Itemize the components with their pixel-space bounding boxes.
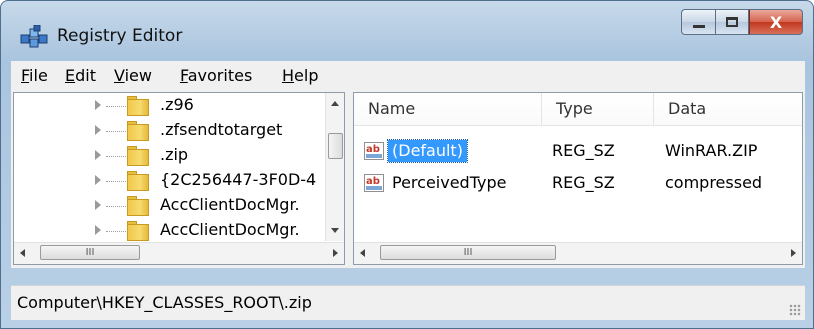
folder-icon bbox=[127, 121, 153, 141]
tree-item-label: AccClientDocMgr. bbox=[160, 220, 300, 239]
maximize-icon bbox=[726, 17, 738, 27]
tree-item-label: .zfsendtotarget bbox=[160, 120, 283, 139]
folder-icon bbox=[127, 221, 153, 241]
folder-icon bbox=[127, 196, 153, 216]
menu-file-accel: F bbox=[21, 66, 30, 85]
menu-view-label: iew bbox=[124, 66, 152, 85]
tree-connector bbox=[106, 181, 126, 182]
registry-editor-app-icon bbox=[20, 25, 48, 48]
values-horizontal-scroll-thumb[interactable]: III bbox=[380, 245, 556, 260]
registry-editor-window: Registry Editor X File Edit View Favorit… bbox=[0, 0, 814, 329]
tree-item[interactable]: AccClientDocMgr. bbox=[14, 219, 314, 243]
window-title: Registry Editor bbox=[57, 26, 183, 46]
menu-edit-accel: E bbox=[65, 66, 76, 85]
tree-vertical-scroll-thumb[interactable] bbox=[328, 133, 343, 159]
scroll-up-arrow-icon[interactable] bbox=[331, 101, 339, 106]
key-tree-viewport: .z96 .zfsendtotarget .zip {2C256447-3F0D… bbox=[14, 93, 327, 243]
menu-help[interactable]: Help bbox=[282, 66, 318, 85]
menu-view[interactable]: View bbox=[114, 66, 152, 85]
value-type: REG_SZ bbox=[552, 173, 615, 192]
minimize-button[interactable] bbox=[681, 9, 715, 35]
expand-arrow-icon[interactable] bbox=[95, 200, 101, 210]
menu-favorites[interactable]: Favorites bbox=[180, 66, 252, 85]
maximize-button[interactable] bbox=[715, 9, 749, 35]
scroll-down-arrow-icon[interactable] bbox=[331, 228, 339, 233]
tree-connector bbox=[106, 106, 126, 107]
pane-splitter[interactable] bbox=[345, 92, 353, 265]
values-horizontal-scrollbar[interactable]: III bbox=[354, 242, 802, 264]
value-type: REG_SZ bbox=[552, 141, 615, 160]
menu-file[interactable]: File bbox=[21, 66, 48, 85]
expand-arrow-icon[interactable] bbox=[95, 175, 101, 185]
menu-favorites-accel: F bbox=[180, 66, 188, 85]
tree-item-label: {2C256447-3F0D-4 bbox=[160, 170, 317, 189]
close-icon: X bbox=[769, 12, 783, 32]
minimize-icon bbox=[692, 24, 705, 28]
menu-view-accel: V bbox=[114, 66, 125, 85]
scroll-right-arrow-icon[interactable] bbox=[333, 249, 338, 257]
title-bar[interactable]: Registry Editor X bbox=[1, 1, 813, 57]
menu-bar: File Edit View Favorites Help bbox=[11, 61, 805, 90]
string-value-icon: ab bbox=[364, 174, 384, 192]
status-bar: Computer\HKEY_CLASSES_ROOT\.zip bbox=[11, 285, 805, 320]
scroll-left-arrow-icon[interactable] bbox=[20, 249, 25, 257]
tree-item[interactable]: {2C256447-3F0D-4 bbox=[14, 169, 317, 193]
tree-item-label: .zip bbox=[160, 145, 189, 164]
folder-icon bbox=[127, 146, 153, 166]
tree-horizontal-scrollbar[interactable]: III bbox=[14, 242, 344, 264]
folder-icon bbox=[127, 171, 153, 191]
tree-item[interactable]: .zip bbox=[14, 144, 314, 168]
close-button[interactable]: X bbox=[749, 9, 803, 35]
tree-item[interactable]: .zfsendtotarget bbox=[14, 119, 314, 143]
tree-horizontal-scroll-thumb[interactable]: III bbox=[40, 245, 140, 260]
scroll-right-arrow-icon[interactable] bbox=[791, 249, 796, 257]
key-tree-pane[interactable]: .z96 .zfsendtotarget .zip {2C256447-3F0D… bbox=[13, 92, 345, 265]
tree-item[interactable]: AccClientDocMgr. bbox=[14, 194, 314, 218]
column-header: Name Type Data bbox=[354, 93, 802, 126]
values-list-pane[interactable]: Name Type Data ab (Default) REG_SZ WinRA… bbox=[353, 92, 803, 265]
value-row[interactable]: ab (Default) REG_SZ WinRAR.ZIP bbox=[354, 139, 802, 163]
menu-file-label: ile bbox=[29, 66, 48, 85]
tree-connector bbox=[106, 206, 126, 207]
tree-item-label: AccClientDocMgr. bbox=[160, 195, 300, 214]
value-data: WinRAR.ZIP bbox=[665, 141, 758, 160]
menu-help-label: elp bbox=[294, 66, 319, 85]
tree-connector bbox=[106, 231, 126, 232]
value-name: (Default) bbox=[387, 139, 468, 163]
menu-edit-label: dit bbox=[75, 66, 96, 85]
value-row[interactable]: ab PerceivedType REG_SZ compressed bbox=[354, 171, 802, 195]
tree-connector bbox=[106, 156, 126, 157]
value-data: compressed bbox=[665, 173, 763, 192]
scroll-grip: III bbox=[85, 247, 95, 258]
menu-favorites-label: avorites bbox=[187, 66, 253, 85]
tree-vertical-scrollbar[interactable] bbox=[325, 93, 344, 241]
expand-arrow-icon[interactable] bbox=[95, 225, 101, 235]
tree-item[interactable]: .z96 bbox=[14, 94, 314, 118]
menu-help-accel: H bbox=[282, 66, 295, 85]
expand-arrow-icon[interactable] bbox=[95, 100, 101, 110]
scroll-grip: III bbox=[463, 247, 473, 258]
expand-arrow-icon[interactable] bbox=[95, 150, 101, 160]
tree-connector bbox=[106, 131, 126, 132]
column-header-data[interactable]: Data bbox=[654, 93, 802, 125]
column-header-name[interactable]: Name bbox=[354, 93, 542, 125]
string-value-icon: ab bbox=[364, 142, 384, 160]
menu-edit[interactable]: Edit bbox=[65, 66, 96, 85]
caption-buttons: X bbox=[681, 9, 803, 37]
resize-grip-icon[interactable] bbox=[789, 304, 801, 316]
status-path: Computer\HKEY_CLASSES_ROOT\.zip bbox=[17, 293, 312, 312]
tree-item-label: .z96 bbox=[160, 95, 194, 114]
expand-arrow-icon[interactable] bbox=[95, 125, 101, 135]
scroll-left-arrow-icon[interactable] bbox=[360, 249, 365, 257]
value-name: PerceivedType bbox=[392, 173, 507, 192]
folder-icon bbox=[127, 96, 153, 116]
column-header-type[interactable]: Type bbox=[542, 93, 654, 125]
